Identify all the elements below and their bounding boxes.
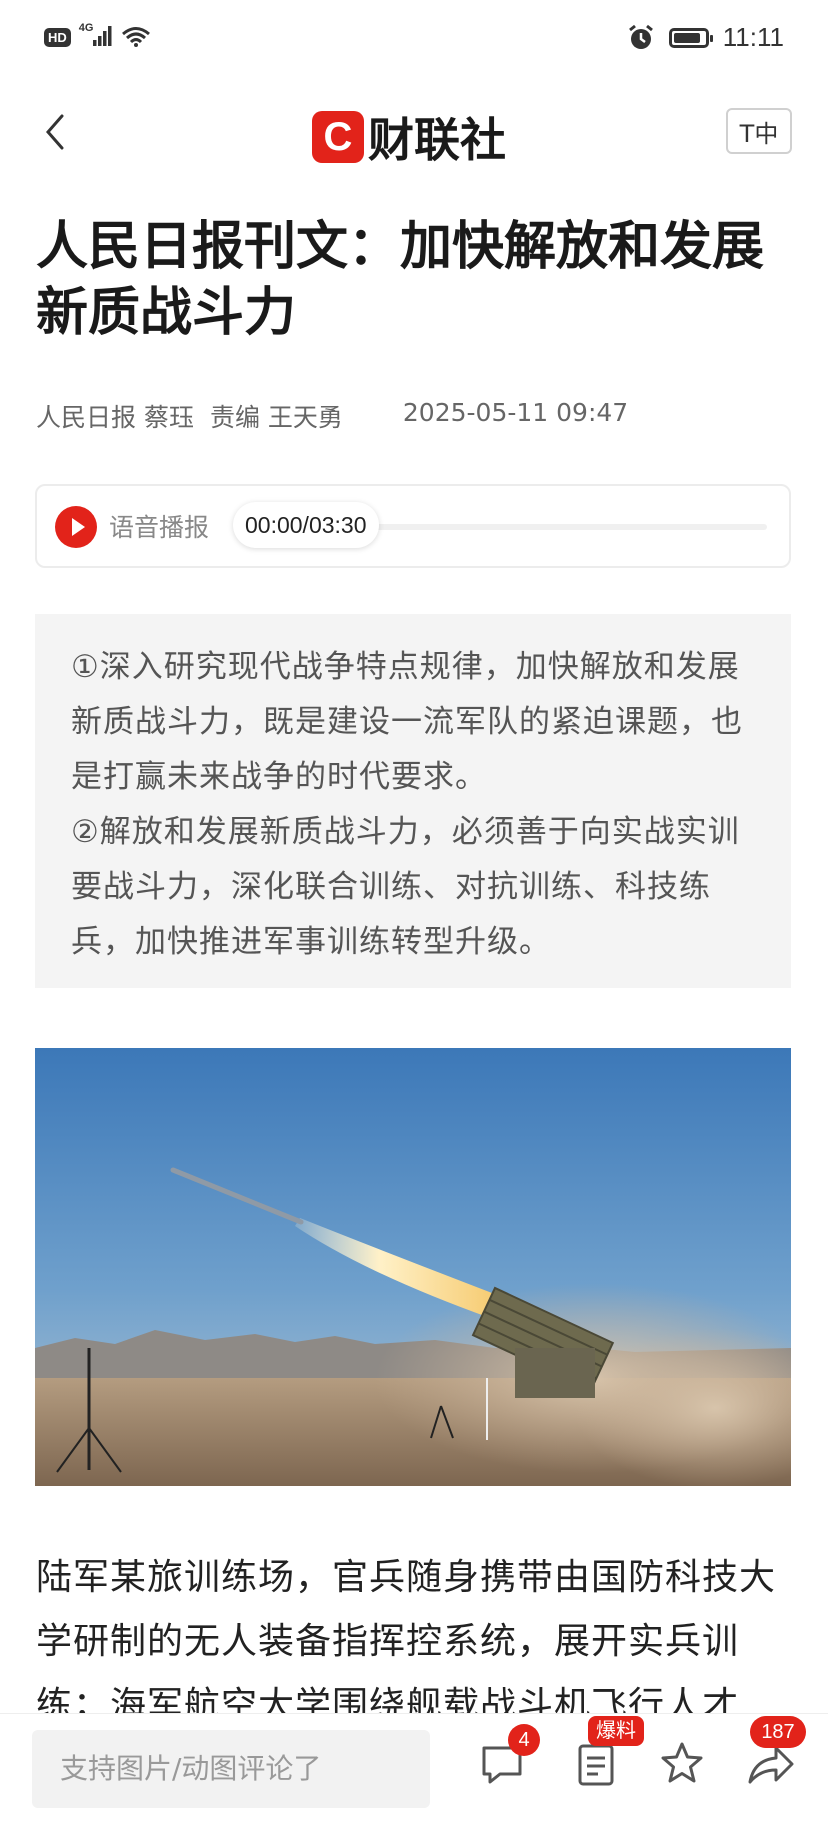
nav-bar: C 财联社 T中 xyxy=(0,90,828,174)
status-bar: HD 4G 11:11 xyxy=(0,0,828,80)
hd-indicator: HD xyxy=(44,27,71,47)
comments-button[interactable]: 4 xyxy=(476,1724,540,1790)
battery-level xyxy=(673,32,701,43)
app-logo: C 财联社 xyxy=(312,104,506,170)
favorite-button[interactable] xyxy=(656,1738,708,1790)
bottom-action-bar: 支持图片/动图评论了 4 爆料 187 xyxy=(0,1714,828,1831)
report-button[interactable]: 爆料 xyxy=(570,1716,644,1790)
alarm-icon xyxy=(628,24,653,49)
audio-time[interactable]: 00:00/03:30 xyxy=(233,502,379,548)
logo-text: 财联社 xyxy=(368,113,506,167)
star-icon xyxy=(661,1742,703,1783)
clock: 11:11 xyxy=(722,22,784,52)
share-count-badge: 187 xyxy=(750,1716,806,1748)
article-datetime: 2025-05-11 09:47 xyxy=(402,398,629,427)
article-meta: 人民日报 蔡珏 责编 王天勇 2025-05-11 09:47 xyxy=(36,398,628,434)
audio-label: 语音播报 xyxy=(109,513,210,542)
status-left: HD 4G xyxy=(44,22,151,48)
audio-player: 语音播报 00:00/03:30 xyxy=(35,484,791,568)
summary-point-1: ①深入研究现代战争特点规律，加快解放和发展新质战斗力，既是建设一流军队的紧迫课题… xyxy=(71,649,743,795)
article-title: 人民日报刊文：加快解放和发展新质战斗力 xyxy=(36,217,765,343)
article-source: 人民日报 蔡珏 xyxy=(36,403,194,432)
play-button[interactable] xyxy=(55,506,97,548)
chevron-left-icon xyxy=(46,114,64,150)
wifi-icon xyxy=(121,27,150,47)
article-photo[interactable] xyxy=(35,1048,791,1486)
logo-mark: C xyxy=(312,111,364,163)
comment-input[interactable]: 支持图片/动图评论了 xyxy=(32,1730,430,1808)
share-button[interactable]: 187 xyxy=(744,1716,806,1790)
report-badge: 爆料 xyxy=(588,1716,644,1746)
battery-icon xyxy=(668,27,713,48)
status-right: 11:11 xyxy=(627,22,784,53)
font-size-button[interactable]: T中 xyxy=(726,108,792,154)
article-body: 陆军某旅训练场，官兵随身携带由国防科技大学研制的无人装备指挥控系统，展开实兵训练… xyxy=(36,1557,777,1726)
article-summary: ①深入研究现代战争特点规律，加快解放和发展新质战斗力，既是建设一流军队的紧迫课题… xyxy=(35,614,791,988)
audio-progress-track[interactable] xyxy=(367,524,767,530)
signal-icon: 4G xyxy=(79,22,113,48)
back-button[interactable] xyxy=(38,108,78,156)
article-editor: 责编 王天勇 xyxy=(209,403,343,432)
comment-count-badge: 4 xyxy=(508,1724,540,1756)
summary-point-2: ②解放和发展新质战斗力，必须善于向实战实训要战斗力，深化联合训练、对抗训练、科技… xyxy=(71,814,740,960)
